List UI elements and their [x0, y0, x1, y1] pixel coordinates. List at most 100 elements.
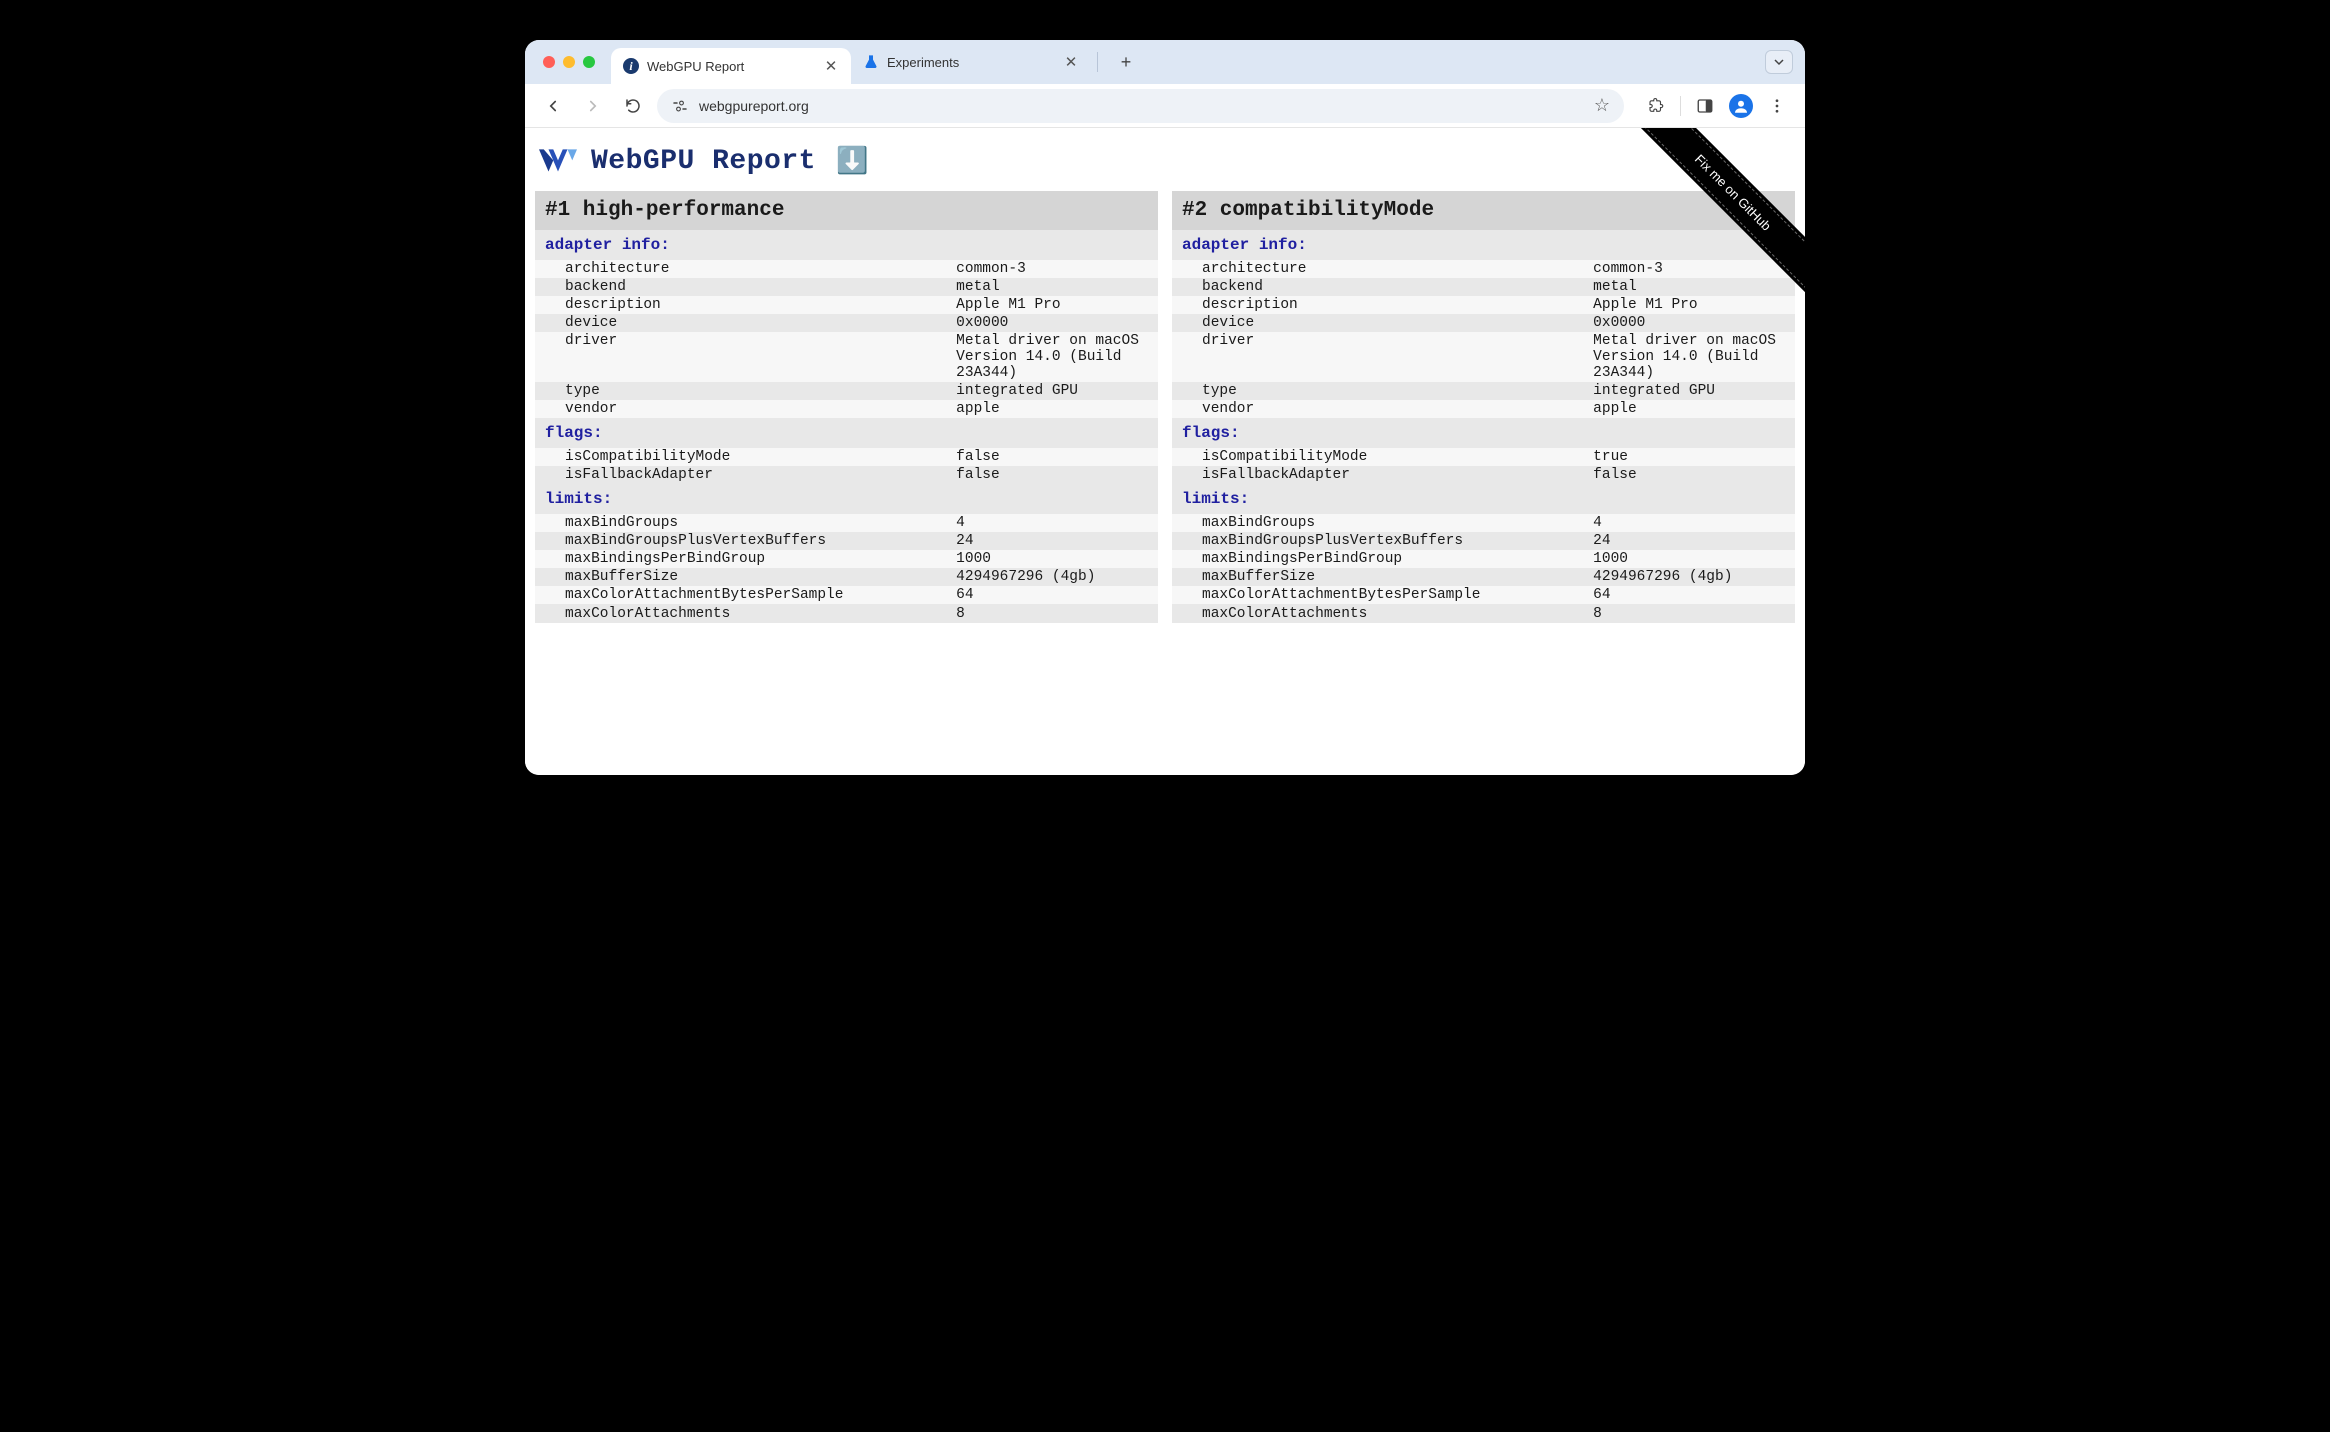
- row-value: false: [1583, 466, 1795, 484]
- row-value: 64: [1583, 586, 1795, 604]
- flags-table: isCompatibilityModetrueisFallbackAdapter…: [1172, 448, 1795, 484]
- table-row: device0x0000: [535, 314, 1158, 332]
- table-row: maxBindGroups4: [1172, 514, 1795, 532]
- row-value: 1000: [946, 550, 1158, 568]
- tab-separator: [1097, 52, 1098, 72]
- close-window-button[interactable]: [543, 56, 555, 68]
- tab-bar: i WebGPU Report ✕ Experiments ✕ +: [525, 40, 1805, 84]
- row-value: 1000: [1583, 550, 1795, 568]
- adapter-column: #1 high-performanceadapter info:architec…: [535, 191, 1158, 623]
- tab-experiments[interactable]: Experiments ✕: [851, 44, 1091, 80]
- profile-button[interactable]: [1725, 90, 1757, 122]
- row-key: maxBindGroups: [1172, 514, 1583, 532]
- row-key: backend: [535, 278, 946, 296]
- flags-title: flags:: [535, 418, 1158, 448]
- row-key: isCompatibilityMode: [1172, 448, 1583, 466]
- row-key: maxBindGroupsPlusVertexBuffers: [1172, 532, 1583, 550]
- close-tab-button[interactable]: ✕: [1063, 54, 1079, 70]
- table-row: backendmetal: [535, 278, 1158, 296]
- new-tab-button[interactable]: +: [1112, 48, 1140, 76]
- row-key: backend: [1172, 278, 1583, 296]
- table-row: maxBindGroupsPlusVertexBuffers24: [535, 532, 1158, 550]
- toolbar-right: [1640, 90, 1793, 122]
- extensions-icon[interactable]: [1640, 90, 1672, 122]
- tab-favicon-info-icon: i: [623, 58, 639, 74]
- table-row: maxBufferSize4294967296 (4gb): [1172, 568, 1795, 586]
- table-row: driverMetal driver on macOS Version 14.0…: [535, 332, 1158, 382]
- adapter-heading: #1 high-performance: [535, 191, 1158, 230]
- row-key: isCompatibilityMode: [535, 448, 946, 466]
- browser-toolbar: webgpureport.org ☆: [525, 84, 1805, 128]
- row-key: maxBindingsPerBindGroup: [1172, 550, 1583, 568]
- row-value: integrated GPU: [946, 382, 1158, 400]
- flags-title: flags:: [1172, 418, 1795, 448]
- row-value: true: [1583, 448, 1795, 466]
- row-value: 8: [946, 604, 1158, 623]
- row-key: device: [535, 314, 946, 332]
- row-key: isFallbackAdapter: [535, 466, 946, 484]
- row-key: maxColorAttachments: [1172, 604, 1583, 623]
- minimize-window-button[interactable]: [563, 56, 575, 68]
- forward-button[interactable]: [577, 90, 609, 122]
- row-value: 64: [946, 586, 1158, 604]
- tab-webgpu-report[interactable]: i WebGPU Report ✕: [611, 48, 851, 84]
- table-row: maxBindingsPerBindGroup1000: [1172, 550, 1795, 568]
- row-value: Apple M1 Pro: [946, 296, 1158, 314]
- row-key: type: [535, 382, 946, 400]
- row-value: 4: [946, 514, 1158, 532]
- window-controls: [543, 56, 595, 68]
- sidepanel-icon[interactable]: [1689, 90, 1721, 122]
- row-value: 4294967296 (4gb): [1583, 568, 1795, 586]
- row-key: isFallbackAdapter: [1172, 466, 1583, 484]
- tab-title: WebGPU Report: [647, 59, 815, 74]
- close-tab-button[interactable]: ✕: [823, 58, 839, 74]
- table-row: maxColorAttachments8: [1172, 604, 1795, 623]
- table-row: descriptionApple M1 Pro: [535, 296, 1158, 314]
- row-key: architecture: [1172, 260, 1583, 278]
- row-value: 24: [946, 532, 1158, 550]
- tab-title: Experiments: [887, 55, 1055, 70]
- adapter-info-title: adapter info:: [535, 230, 1158, 260]
- back-button[interactable]: [537, 90, 569, 122]
- table-row: vendorapple: [1172, 400, 1795, 418]
- row-key: driver: [535, 332, 946, 382]
- adapter-info-table: architecturecommon-3backendmetaldescript…: [535, 260, 1158, 418]
- row-key: maxColorAttachmentBytesPerSample: [535, 586, 946, 604]
- row-value: apple: [1583, 400, 1795, 418]
- bookmark-star-icon[interactable]: ☆: [1594, 95, 1610, 116]
- row-value: 0x0000: [946, 314, 1158, 332]
- table-row: maxBufferSize4294967296 (4gb): [535, 568, 1158, 586]
- row-value: Metal driver on macOS Version 14.0 (Buil…: [946, 332, 1158, 382]
- row-key: description: [1172, 296, 1583, 314]
- limits-table: maxBindGroups4maxBindGroupsPlusVertexBuf…: [1172, 514, 1795, 623]
- tabs-dropdown-button[interactable]: [1765, 50, 1793, 74]
- row-value: 8: [1583, 604, 1795, 623]
- row-key: vendor: [535, 400, 946, 418]
- row-key: vendor: [1172, 400, 1583, 418]
- download-button[interactable]: ⬇️: [836, 146, 868, 177]
- site-settings-icon[interactable]: [671, 97, 689, 115]
- reload-button[interactable]: [617, 90, 649, 122]
- table-row: architecturecommon-3: [535, 260, 1158, 278]
- menu-button[interactable]: [1761, 90, 1793, 122]
- table-row: typeintegrated GPU: [535, 382, 1158, 400]
- table-row: maxBindGroupsPlusVertexBuffers24: [1172, 532, 1795, 550]
- github-ribbon[interactable]: Fix me on GitHub: [1605, 128, 1805, 328]
- address-bar[interactable]: webgpureport.org ☆: [657, 89, 1624, 123]
- row-value: apple: [946, 400, 1158, 418]
- browser-window: i WebGPU Report ✕ Experiments ✕ +: [525, 40, 1805, 775]
- table-row: isFallbackAdapterfalse: [535, 466, 1158, 484]
- row-key: maxBufferSize: [1172, 568, 1583, 586]
- row-key: maxBindGroupsPlusVertexBuffers: [535, 532, 946, 550]
- table-row: maxColorAttachmentBytesPerSample64: [535, 586, 1158, 604]
- tab-favicon-flask-icon: [863, 54, 879, 70]
- row-value: common-3: [946, 260, 1158, 278]
- table-row: maxBindGroups4: [535, 514, 1158, 532]
- maximize-window-button[interactable]: [583, 56, 595, 68]
- row-value: false: [946, 448, 1158, 466]
- row-key: driver: [1172, 332, 1583, 382]
- row-key: type: [1172, 382, 1583, 400]
- table-row: driverMetal driver on macOS Version 14.0…: [1172, 332, 1795, 382]
- github-ribbon-label: Fix me on GitHub: [1622, 128, 1805, 303]
- row-value: 4: [1583, 514, 1795, 532]
